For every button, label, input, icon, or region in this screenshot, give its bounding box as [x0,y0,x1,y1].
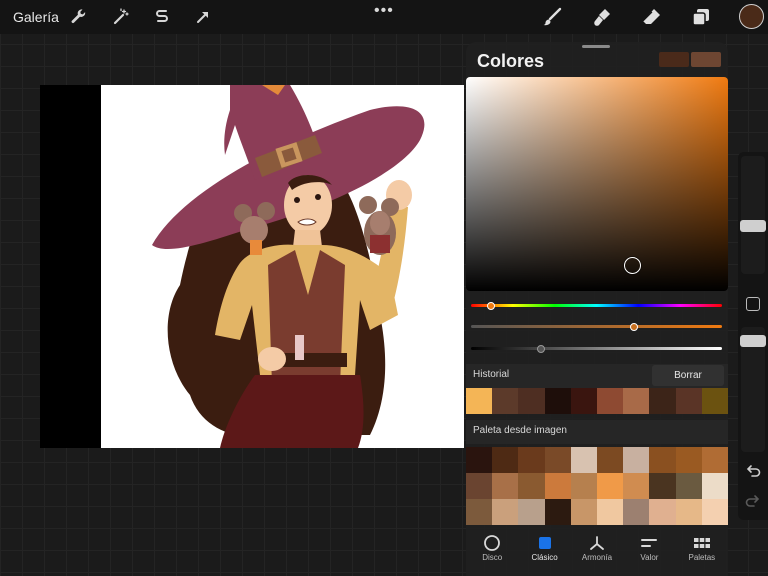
tab-label: Armonía [581,553,613,562]
history-swatch[interactable] [466,388,493,414]
palette-swatch[interactable] [570,447,597,473]
tab-valor[interactable]: Valor [623,530,675,576]
palette-swatch[interactable] [518,473,545,499]
history-swatch[interactable] [623,388,650,414]
brush-icon[interactable] [539,4,565,30]
brush-size-slider[interactable] [741,156,765,274]
palette-swatch[interactable] [597,499,624,525]
panel-drag-handle[interactable] [582,45,610,48]
classic-square-icon [538,537,551,549]
smudge-icon[interactable] [589,4,615,30]
palette-swatch[interactable] [518,447,545,473]
tab-armonia[interactable]: Armonía [571,530,623,576]
palette-swatch[interactable] [544,499,571,525]
palette-swatch[interactable] [623,473,650,499]
palette-from-image [466,447,728,525]
palette-swatch[interactable] [623,447,650,473]
disc-icon [484,535,501,551]
brush-size-thumb[interactable] [740,220,766,232]
palette-swatch[interactable] [597,447,624,473]
layers-icon[interactable] [688,4,714,30]
saturation-knob[interactable] [630,322,639,331]
brush-size-opacity-sidebar [738,152,768,520]
history-swatch[interactable] [544,388,571,414]
color-picker-cursor[interactable] [624,257,641,274]
palette-swatch[interactable] [701,447,728,473]
redo-icon[interactable] [744,492,762,510]
hue-knob[interactable] [487,301,496,310]
palette-swatch[interactable] [544,447,571,473]
palette-swatch[interactable] [701,473,728,499]
selection-icon[interactable] [150,5,174,29]
magic-wand-icon[interactable] [109,5,133,29]
history-swatches [466,388,729,414]
palette-label: Paleta desde imagen [473,425,567,436]
clear-history-button[interactable]: Borrar [652,365,724,386]
tab-label: Clásico [531,553,558,562]
brightness-knob[interactable] [537,344,546,353]
history-swatch[interactable] [597,388,624,414]
history-swatch[interactable] [492,388,519,414]
palette-swatch[interactable] [466,447,493,473]
palette-swatch[interactable] [570,499,597,525]
history-header: Historial Borrar [466,364,728,388]
tab-disco[interactable]: Disco [466,530,518,576]
top-toolbar: Galería ••• [0,0,768,34]
history-label: Historial [473,369,510,380]
current-color-swatch[interactable] [659,52,689,67]
palette-swatch[interactable] [492,473,519,499]
colors-panel: Colores Historial Borrar Paleta desde im… [466,42,729,576]
transform-arrow-icon[interactable] [191,5,215,29]
brightness-slider[interactable] [471,344,722,353]
value-sliders-icon [641,539,658,547]
color-mode-tabs: Disco Clásico Armonía Valor Paletas [466,530,728,576]
palette-swatch[interactable] [649,473,676,499]
palette-swatch[interactable] [649,447,676,473]
tab-label: Paletas [688,553,716,562]
palette-swatch[interactable] [518,499,545,525]
palette-swatch[interactable] [675,499,702,525]
palette-swatch[interactable] [492,447,519,473]
saturation-brightness-picker[interactable] [466,77,728,291]
palette-swatch[interactable] [492,499,519,525]
drawing-canvas[interactable] [40,85,464,448]
palette-swatch[interactable] [675,447,702,473]
history-swatch[interactable] [518,388,545,414]
palette-swatch[interactable] [649,499,676,525]
tab-clasico[interactable]: Clásico [518,530,570,576]
harmony-icon [590,536,604,550]
gallery-button[interactable]: Galería [13,9,59,25]
history-swatch[interactable] [649,388,676,414]
history-swatch[interactable] [701,388,729,414]
witch-illustration [152,85,425,448]
undo-icon[interactable] [744,462,762,480]
palette-swatch[interactable] [597,473,624,499]
wrench-icon[interactable] [67,5,91,29]
palette-swatch[interactable] [466,499,493,525]
hue-slider[interactable] [471,301,722,310]
modify-button[interactable] [746,297,760,311]
eraser-icon[interactable] [638,4,664,30]
history-swatch[interactable] [570,388,598,414]
palette-header: Paleta desde imagen [466,420,728,444]
palette-swatch[interactable] [466,473,493,499]
opacity-thumb[interactable] [740,335,766,347]
palette-swatch[interactable] [701,499,728,525]
more-options-button[interactable]: ••• [374,2,394,20]
palette-swatch[interactable] [544,473,571,499]
palettes-grid-icon [693,538,710,548]
tab-label: Disco [482,553,503,562]
saturation-slider[interactable] [471,322,722,331]
tab-paletas[interactable]: Paletas [676,530,728,576]
palette-swatch[interactable] [623,499,650,525]
current-color-button[interactable] [739,4,764,29]
palette-swatch[interactable] [570,473,597,499]
palette-swatch[interactable] [675,473,702,499]
previous-color-swatch[interactable] [691,52,721,67]
panel-title: Colores [477,51,545,71]
tab-label: Valor [640,553,659,562]
history-swatch[interactable] [675,388,702,414]
